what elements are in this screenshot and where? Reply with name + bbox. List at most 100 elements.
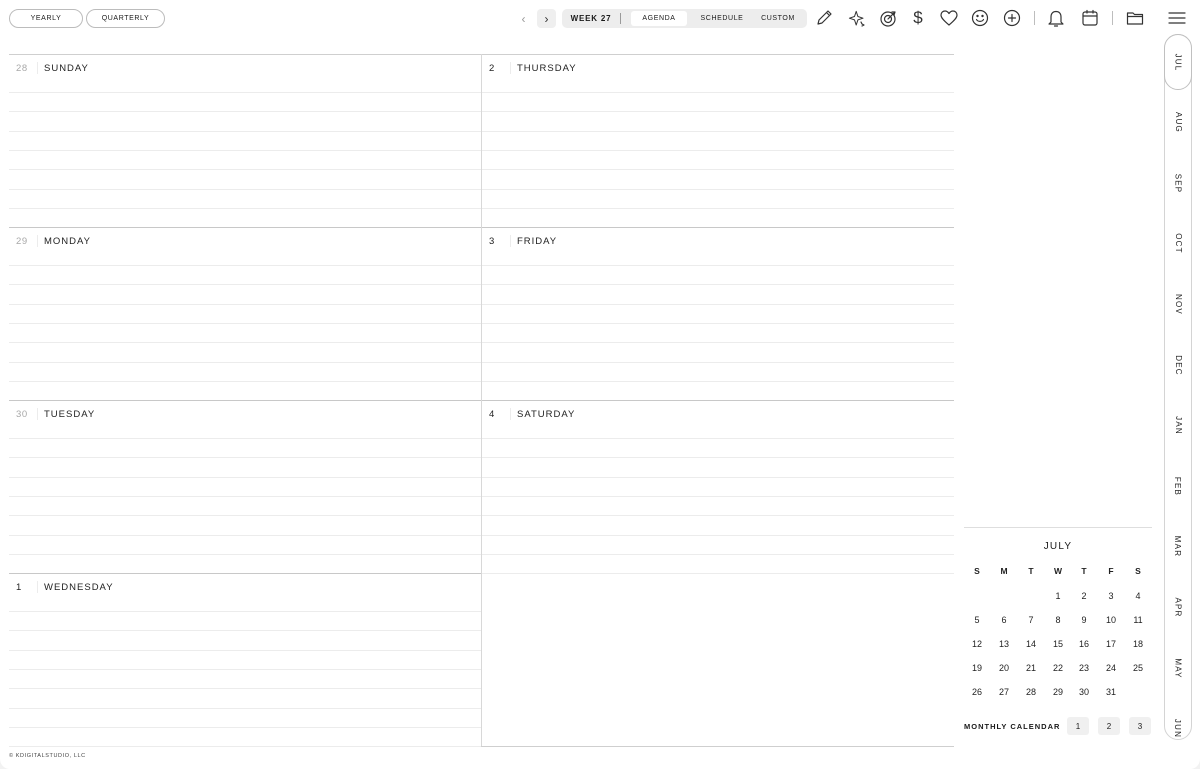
- note-line[interactable]: [9, 515, 481, 517]
- calendar-day[interactable]: 5: [964, 615, 990, 625]
- note-line[interactable]: [482, 476, 954, 478]
- day-block-wednesday[interactable]: 1 WEDNESDAY: [9, 573, 481, 748]
- note-line[interactable]: [9, 284, 481, 286]
- menu-icon[interactable]: [1166, 7, 1188, 29]
- note-line[interactable]: [482, 92, 954, 93]
- next-week-button[interactable]: ›: [537, 9, 556, 28]
- note-line[interactable]: [482, 553, 954, 555]
- calendar-day[interactable]: 29: [1045, 687, 1071, 697]
- monthly-calendar-button-1[interactable]: 1: [1067, 717, 1089, 735]
- note-line[interactable]: [482, 515, 954, 517]
- note-line[interactable]: [9, 534, 481, 536]
- note-line[interactable]: [9, 688, 481, 690]
- month-tab-sep[interactable]: SEP: [1164, 155, 1192, 211]
- note-line[interactable]: [482, 188, 954, 190]
- month-tab-apr[interactable]: APR: [1164, 579, 1192, 635]
- note-line[interactable]: [9, 169, 481, 171]
- month-tab-jun[interactable]: JUN: [1164, 701, 1192, 757]
- monthly-calendar-button-3[interactable]: 3: [1129, 717, 1151, 735]
- month-tab-may[interactable]: MAY: [1164, 640, 1192, 696]
- sparkle-icon[interactable]: [845, 7, 867, 29]
- tab-agenda[interactable]: AGENDA: [631, 11, 687, 26]
- month-tab-aug[interactable]: AUG: [1164, 95, 1192, 151]
- calendar-day[interactable]: 20: [991, 663, 1017, 673]
- calendar-day[interactable]: 23: [1071, 663, 1097, 673]
- note-line[interactable]: [482, 265, 954, 266]
- day-block-saturday[interactable]: 4 SATURDAY: [482, 400, 954, 575]
- calendar-day[interactable]: 7: [1018, 615, 1044, 625]
- calendar-day[interactable]: 31: [1098, 687, 1124, 697]
- note-line[interactable]: [9, 457, 481, 459]
- calendar-day[interactable]: 30: [1071, 687, 1097, 697]
- calendar-day[interactable]: 28: [1018, 687, 1044, 697]
- month-tab-jul[interactable]: JUL: [1164, 34, 1192, 90]
- calendar-day[interactable]: 10: [1098, 615, 1124, 625]
- calendar-day[interactable]: 26: [964, 687, 990, 697]
- day-block-friday[interactable]: 3 FRIDAY: [482, 227, 954, 402]
- calendar-day[interactable]: 15: [1045, 639, 1071, 649]
- note-line[interactable]: [9, 380, 481, 382]
- calendar-day[interactable]: 21: [1018, 663, 1044, 673]
- day-block-thursday[interactable]: 2 THURSDAY: [482, 54, 954, 229]
- calendar-day[interactable]: 9: [1071, 615, 1097, 625]
- note-line[interactable]: [9, 188, 481, 190]
- yearly-button[interactable]: YEARLY: [9, 9, 83, 28]
- calendar-day[interactable]: 8: [1045, 615, 1071, 625]
- calendar-day[interactable]: 2: [1071, 591, 1097, 601]
- calendar-day[interactable]: 3: [1098, 591, 1124, 601]
- note-line[interactable]: [482, 534, 954, 536]
- note-line[interactable]: [9, 361, 481, 363]
- note-line[interactable]: [482, 361, 954, 363]
- day-block-sunday[interactable]: 28 SUNDAY: [9, 54, 481, 229]
- note-line[interactable]: [482, 573, 954, 575]
- note-line[interactable]: [482, 438, 954, 439]
- note-line[interactable]: [9, 726, 481, 728]
- note-line[interactable]: [9, 322, 481, 324]
- note-line[interactable]: [9, 707, 481, 709]
- day-block-monday[interactable]: 29 MONDAY: [9, 227, 481, 402]
- calendar-day[interactable]: 22: [1045, 663, 1071, 673]
- month-tab-jan[interactable]: JAN: [1164, 398, 1192, 454]
- day-block-tuesday[interactable]: 30 TUESDAY: [9, 400, 481, 575]
- note-line[interactable]: [9, 553, 481, 555]
- dollar-icon[interactable]: $: [907, 7, 929, 29]
- note-line[interactable]: [9, 630, 481, 632]
- month-tab-oct[interactable]: OCT: [1164, 216, 1192, 272]
- note-line[interactable]: [9, 130, 481, 132]
- folder-icon[interactable]: [1124, 7, 1146, 29]
- note-line[interactable]: [482, 149, 954, 151]
- calendar-day[interactable]: 19: [964, 663, 990, 673]
- note-line[interactable]: [482, 207, 954, 209]
- smiley-icon[interactable]: [969, 7, 991, 29]
- calendar-icon[interactable]: [1079, 7, 1101, 29]
- note-line[interactable]: [9, 746, 481, 748]
- note-line[interactable]: [9, 476, 481, 478]
- note-line[interactable]: [9, 495, 481, 497]
- note-line[interactable]: [482, 342, 954, 344]
- calendar-day[interactable]: 27: [991, 687, 1017, 697]
- prev-week-button[interactable]: ‹: [514, 9, 533, 28]
- calendar-day[interactable]: 13: [991, 639, 1017, 649]
- calendar-day[interactable]: 24: [1098, 663, 1124, 673]
- calendar-day[interactable]: 11: [1125, 615, 1151, 625]
- calendar-day[interactable]: 18: [1125, 639, 1151, 649]
- target-icon[interactable]: [877, 7, 899, 29]
- quarterly-button[interactable]: QUARTERLY: [86, 9, 165, 28]
- calendar-day[interactable]: 4: [1125, 591, 1151, 601]
- note-line[interactable]: [482, 284, 954, 286]
- note-line[interactable]: [9, 265, 481, 266]
- note-line[interactable]: [9, 207, 481, 209]
- note-line[interactable]: [9, 649, 481, 651]
- calendar-day[interactable]: 14: [1018, 639, 1044, 649]
- plus-circle-icon[interactable]: [1001, 7, 1023, 29]
- pencil-icon[interactable]: [813, 7, 835, 29]
- calendar-day[interactable]: 16: [1071, 639, 1097, 649]
- note-line[interactable]: [482, 169, 954, 171]
- tab-schedule[interactable]: SCHEDULE: [690, 11, 754, 26]
- calendar-day[interactable]: 6: [991, 615, 1017, 625]
- calendar-day[interactable]: 1: [1045, 591, 1071, 601]
- note-line[interactable]: [9, 92, 481, 93]
- month-tab-feb[interactable]: FEB: [1164, 458, 1192, 514]
- bell-icon[interactable]: [1045, 7, 1067, 29]
- note-line[interactable]: [482, 303, 954, 305]
